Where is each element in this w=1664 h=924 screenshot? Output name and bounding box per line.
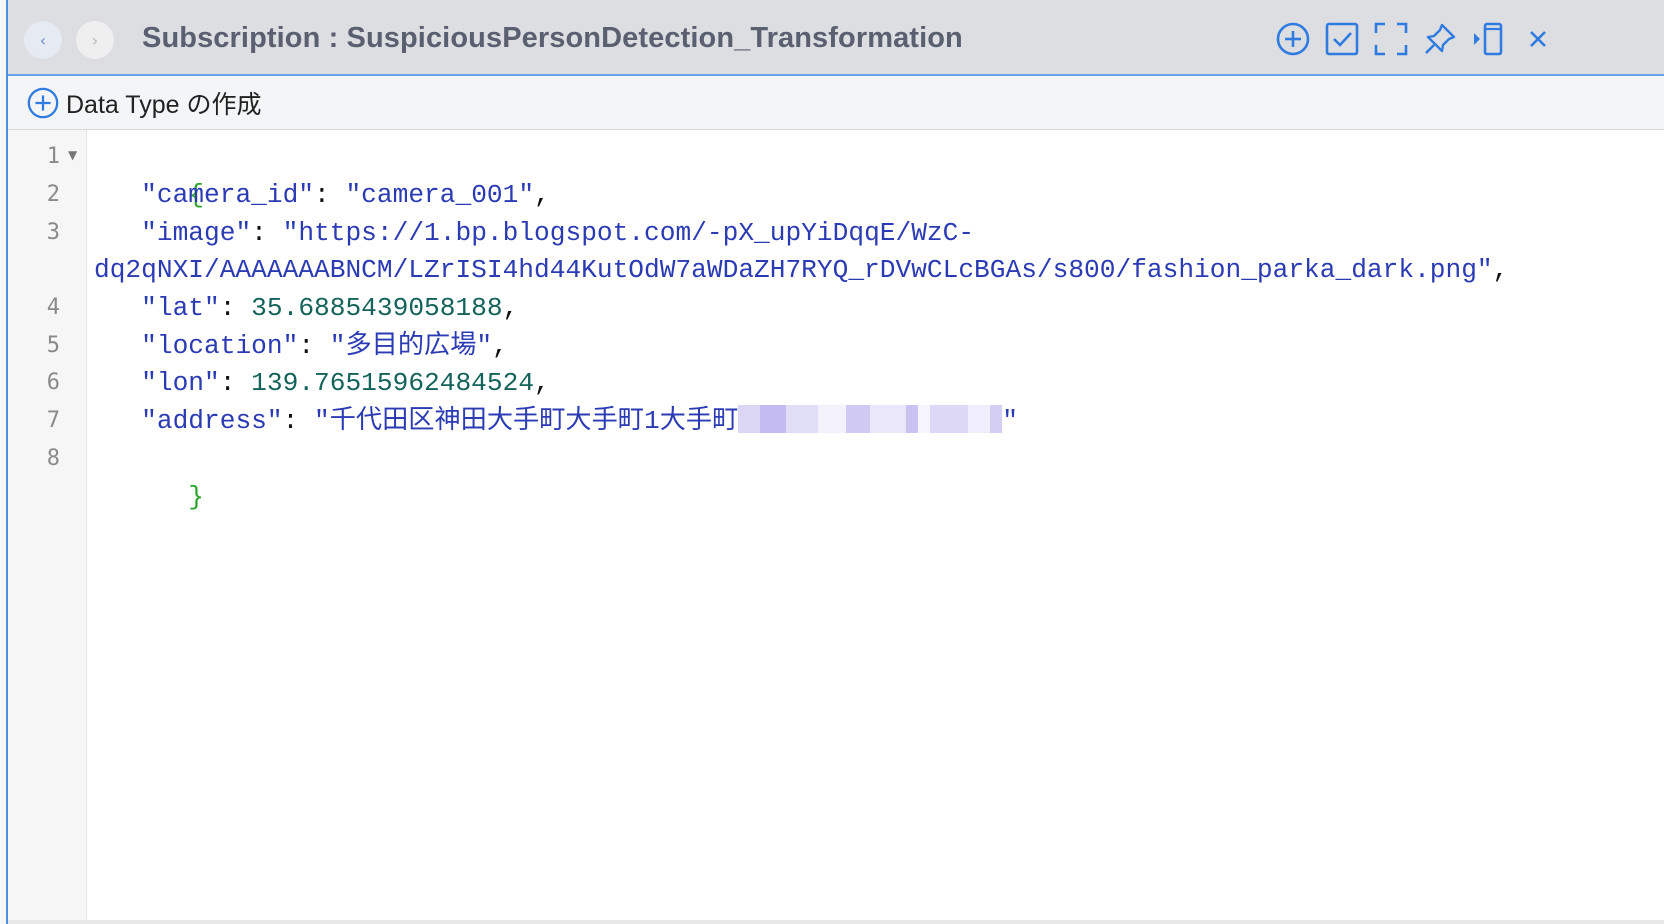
json-editor[interactable]: 1 ▼ 2 3 4 5 6 7 8 { "camera_id": "camera…: [8, 130, 1664, 924]
add-button[interactable]: [1274, 20, 1312, 58]
back-button[interactable]: ‹: [24, 21, 62, 59]
split-panel-button[interactable]: [1470, 20, 1508, 58]
pin-icon: [1425, 23, 1456, 54]
code-line: "image": "https://1.bp.blogspot.com/-pX_…: [141, 218, 975, 248]
json-key: "lat": [141, 293, 220, 323]
line-number: 7: [46, 408, 60, 433]
select-button[interactable]: [1323, 20, 1361, 58]
subscription-panel: ‹ › Subscription : SuspiciousPersonDetec…: [6, 0, 1664, 924]
code-line-wrapped: dq2qNXI/AAAAAAABNCM/LZrISI4hd44KutOdW7aW…: [94, 255, 1509, 285]
create-data-type-button[interactable]: Data Type の作成: [26, 85, 261, 121]
forward-button[interactable]: ›: [76, 21, 114, 59]
line-number: 2: [46, 182, 60, 207]
expand-icon: [1374, 22, 1408, 56]
title-bar: ‹ › Subscription : SuspiciousPersonDetec…: [8, 0, 1664, 76]
code-line: }: [94, 440, 204, 512]
window-title: Subscription : SuspiciousPersonDetection…: [142, 22, 963, 54]
json-key: "address": [141, 406, 283, 436]
line-number: 5: [46, 333, 60, 358]
line-number: 3: [46, 220, 60, 245]
close-button[interactable]: [1519, 20, 1557, 58]
add-circle-icon: [27, 87, 59, 119]
pin-button[interactable]: [1421, 20, 1459, 58]
fold-toggle-icon[interactable]: ▼: [68, 148, 77, 162]
json-string-value: "千代田区神田大手町大手町1大手町: [314, 406, 739, 436]
editor-bottom-border: [8, 920, 1664, 924]
create-data-type-label: Data Type の作成: [66, 91, 262, 119]
expand-button[interactable]: [1372, 20, 1410, 58]
code-line: "lon": 139.76515962484524,: [141, 368, 550, 398]
json-key: "camera_id": [141, 180, 315, 210]
chevron-left-icon: ‹: [39, 30, 47, 50]
code-line: "address": "千代田区神田大手町大手町1大手町 ": [141, 405, 1018, 436]
code-line: "location": "多目的広場",: [141, 331, 508, 361]
closing-quote: ": [1002, 406, 1018, 436]
close-icon: [1530, 31, 1546, 47]
split-panel-icon: [1474, 22, 1503, 56]
json-string-value: "https://1.bp.blogspot.com/-pX_upYiDqqE/…: [282, 218, 975, 248]
line-number-gutter: 1 ▼ 2 3 4 5 6 7 8: [8, 130, 87, 924]
json-key: "location": [141, 331, 299, 361]
add-circle-icon: [1276, 22, 1310, 56]
line-number: 4: [46, 295, 60, 320]
json-string-value: "多目的広場": [329, 331, 493, 361]
redacted-address-blur: [738, 405, 1003, 434]
json-key: "lon": [141, 368, 220, 398]
chevron-right-icon: ›: [91, 30, 99, 50]
close-brace: }: [188, 482, 205, 512]
check-square-icon: [1325, 22, 1359, 56]
json-number-value: 35.6885439058188: [251, 293, 503, 323]
action-toolbar: Data Type の作成: [8, 76, 1664, 130]
line-number: 1: [46, 144, 60, 169]
json-string-value-continued: dq2qNXI/AAAAAAABNCM/LZrISI4hd44KutOdW7aW…: [94, 255, 1493, 285]
code-line: "camera_id": "camera_001",: [141, 180, 550, 210]
line-number: 6: [46, 370, 60, 395]
json-string-value: "camera_001": [345, 180, 535, 210]
code-line: {: [94, 138, 204, 210]
code-line: "lat": 35.6885439058188,: [141, 293, 519, 323]
line-number: 8: [46, 446, 60, 471]
json-number-value: 139.76515962484524: [251, 368, 535, 398]
json-key: "image": [141, 218, 252, 248]
